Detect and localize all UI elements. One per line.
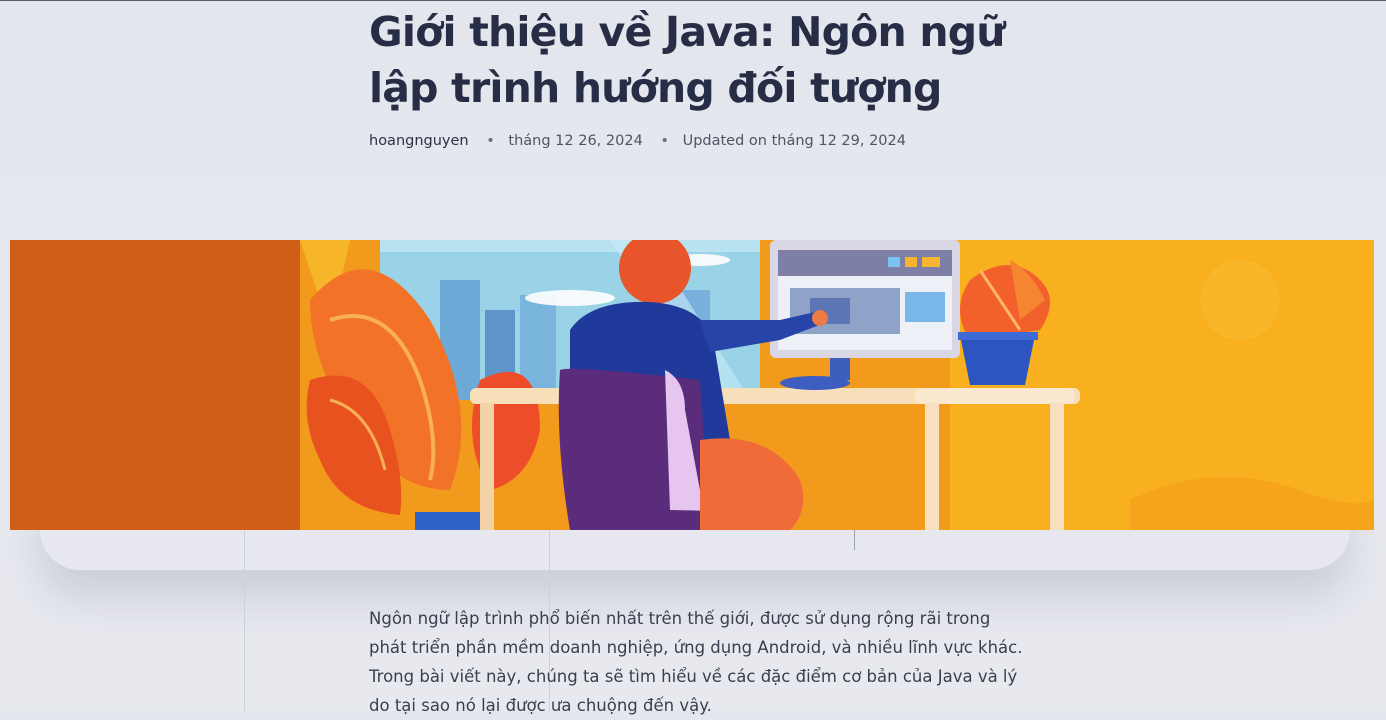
meta-separator: •: [660, 133, 669, 149]
published-date: tháng 12 26, 2024: [508, 133, 643, 149]
article-intro: Ngôn ngữ lập trình phổ biến nhất trên th…: [369, 609, 1023, 715]
window-top-border: [0, 0, 1386, 1]
developer-at-desk-illustration-icon: [10, 240, 1374, 530]
article-title: Giới thiệu về Java: Ngôn ngữ lập trình h…: [369, 8, 1006, 112]
layout-guide-line: [854, 530, 855, 550]
updated-date: Updated on tháng 12 29, 2024: [682, 133, 906, 149]
author-link[interactable]: hoangnguyen: [369, 133, 469, 149]
hero-image: [10, 240, 1374, 530]
layout-guide-line: [244, 530, 245, 711]
article-meta: hoangnguyen • tháng 12 26, 2024 • Update…: [369, 133, 906, 149]
meta-separator: •: [486, 133, 495, 149]
